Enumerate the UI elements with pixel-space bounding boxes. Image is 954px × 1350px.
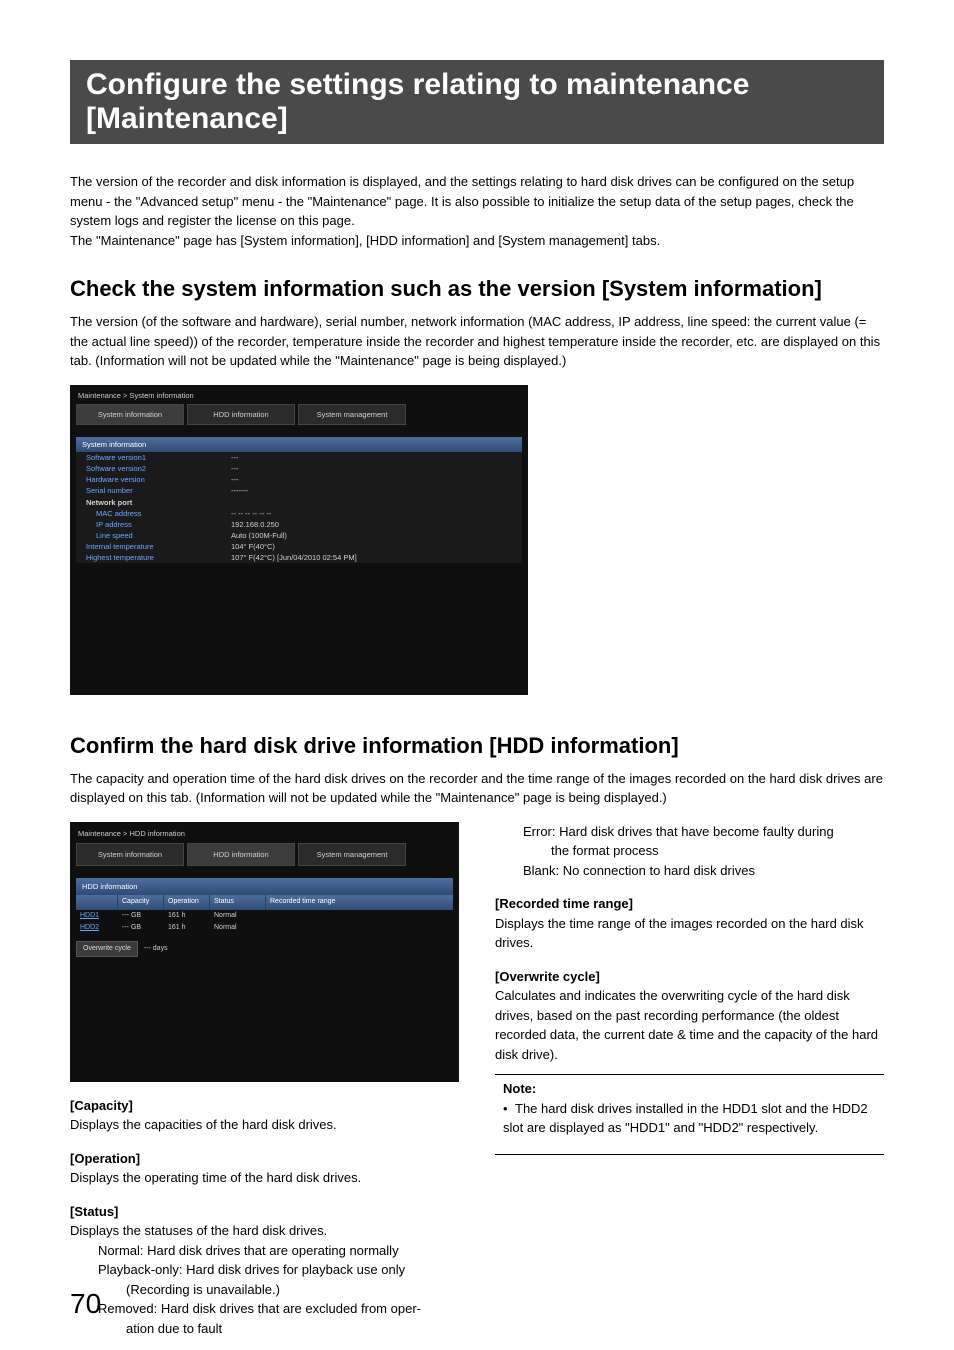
operation-text: Displays the operating time of the hard … <box>70 1168 459 1188</box>
ss1-row-value: --- <box>231 475 239 484</box>
ss1-breadcrumb: Maintenance > System information <box>76 391 522 400</box>
ss2-th-operation: Operation <box>164 895 210 910</box>
ss1-net-value: Auto (100M-Full) <box>231 531 287 540</box>
section2-desc: The capacity and operation time of the h… <box>70 769 884 808</box>
table-row: HDD2 --- GB 161 h Normal <box>76 922 453 935</box>
bullet-icon: • <box>503 1099 515 1119</box>
status-heading: [Status] <box>70 1202 459 1222</box>
intro-text: The version of the recorder and disk inf… <box>70 172 884 250</box>
ss2-th-blank <box>76 895 118 910</box>
ss1-row-value: --- <box>231 464 239 473</box>
capacity-heading: [Capacity] <box>70 1096 459 1116</box>
ss2-hdd-link[interactable]: HDD2 <box>76 922 118 935</box>
ss2-th-recorded: Recorded time range <box>266 895 453 910</box>
status-playback: Playback-only: Hard disk drives for play… <box>70 1260 459 1280</box>
page-title: Configure the settings relating to maint… <box>70 60 884 144</box>
ss1-temp-value: 107° F(42°C) [Jun/04/2010 02:54 PM] <box>231 553 357 562</box>
note-heading: Note: <box>495 1079 884 1099</box>
ss1-net-label: MAC address <box>76 508 231 519</box>
status-text: Displays the statuses of the hard disk d… <box>70 1221 459 1241</box>
ss2-th-capacity: Capacity <box>118 895 164 910</box>
status-error-b: the format process <box>495 841 884 861</box>
recorded-time-heading: [Recorded time range] <box>495 894 884 914</box>
ss1-tab-hdd-info[interactable]: HDD information <box>187 404 295 425</box>
right-column: Error: Hard disk drives that have become… <box>495 822 884 1339</box>
screenshot-system-information: Maintenance > System information System … <box>70 385 528 695</box>
ss2-td-capacity: --- GB <box>118 910 164 923</box>
ss1-row-value: ------- <box>231 486 248 495</box>
ss2-overwrite-value: --- days <box>138 944 168 955</box>
note-body: •The hard disk drives installed in the H… <box>495 1099 884 1144</box>
status-playback-b: (Recording is unavailable.) <box>70 1280 459 1300</box>
ss2-panel-title: HDD information <box>76 878 453 895</box>
ss1-temp-value: 104° F(40°C) <box>231 542 275 551</box>
ss2-td-range <box>266 922 274 935</box>
ss2-tbody: HDD1 --- GB 161 h Normal HDD2 --- GB 161… <box>76 910 453 935</box>
ss1-tab-system-mgmt[interactable]: System management <box>298 404 406 425</box>
ss1-tabs: System information HDD information Syste… <box>76 404 522 425</box>
page-number: 70 <box>70 1288 101 1320</box>
ss1-net-value: 192.168.0.250 <box>231 520 279 529</box>
ss2-tab-hdd-info[interactable]: HDD information <box>187 843 295 866</box>
overwrite-text: Calculates and indicates the overwriting… <box>495 986 884 1064</box>
ss1-panel-title: System information <box>76 437 522 452</box>
ss2-table-header: Capacity Operation Status Recorded time … <box>76 895 453 910</box>
ss1-row-label: Software version1 <box>76 452 231 463</box>
ss2-td-range <box>266 910 274 923</box>
ss2-breadcrumb: Maintenance > HDD information <box>76 828 453 839</box>
status-blank: Blank: No connection to hard disk drives <box>495 861 884 881</box>
intro-p1: The version of the recorder and disk inf… <box>70 172 884 231</box>
ss1-row-value: --- <box>231 453 239 462</box>
ss2-tab-system-info[interactable]: System information <box>76 843 184 866</box>
ss2-td-status: Normal <box>210 922 266 935</box>
ss1-network-head: Network port <box>76 496 522 508</box>
overwrite-heading: [Overwrite cycle] <box>495 967 884 987</box>
table-row: HDD1 --- GB 161 h Normal <box>76 910 453 923</box>
ss2-tab-system-mgmt[interactable]: System management <box>298 843 406 866</box>
note-divider-top <box>495 1074 884 1075</box>
status-normal: Normal: Hard disk drives that are operat… <box>70 1241 459 1261</box>
ss2-th-status: Status <box>210 895 266 910</box>
ss2-td-capacity: --- GB <box>118 922 164 935</box>
ss1-row-label: Serial number <box>76 485 231 496</box>
ss1-tab-system-info[interactable]: System information <box>76 404 184 425</box>
note-divider-bottom <box>495 1154 884 1155</box>
intro-p2: The "Maintenance" page has [System infor… <box>70 231 884 251</box>
recorded-time-text: Displays the time range of the images re… <box>495 914 884 953</box>
ss1-row-label: Software version2 <box>76 463 231 474</box>
ss2-hdd-link[interactable]: HDD1 <box>76 910 118 923</box>
ss2-overwrite-row: Overwrite cycle --- days <box>76 941 453 958</box>
section1-desc: The version (of the software and hardwar… <box>70 312 884 371</box>
section1-heading: Check the system information such as the… <box>70 276 884 302</box>
ss1-net-label: IP address <box>76 519 231 530</box>
ss1-temp-label: Internal temperature <box>76 541 231 552</box>
ss2-td-status: Normal <box>210 910 266 923</box>
ss1-row-label: Hardware version <box>76 474 231 485</box>
status-error-a: Error: Hard disk drives that have become… <box>495 822 884 842</box>
status-removed-a: Removed: Hard disk drives that are exclu… <box>70 1299 459 1319</box>
section2-heading: Confirm the hard disk drive information … <box>70 733 884 759</box>
screenshot-hdd-information: Maintenance > HDD information System inf… <box>70 822 459 1082</box>
ss2-overwrite-label: Overwrite cycle <box>76 941 138 958</box>
capacity-text: Displays the capacities of the hard disk… <box>70 1115 459 1135</box>
operation-heading: [Operation] <box>70 1149 459 1169</box>
ss2-td-operation: 161 h <box>164 922 210 935</box>
status-removed-b: ation due to fault <box>70 1319 459 1339</box>
left-column: Maintenance > HDD information System inf… <box>70 822 459 1339</box>
ss1-net-label: Line speed <box>76 530 231 541</box>
ss1-net-value: -- -- -- -- -- -- <box>231 509 271 518</box>
ss1-rows: Software version1--- Software version2--… <box>76 452 522 563</box>
ss2-tabs: System information HDD information Syste… <box>76 843 453 866</box>
ss2-td-operation: 161 h <box>164 910 210 923</box>
note-text: The hard disk drives installed in the HD… <box>503 1101 868 1136</box>
ss1-temp-label: Highest temperature <box>76 552 231 563</box>
